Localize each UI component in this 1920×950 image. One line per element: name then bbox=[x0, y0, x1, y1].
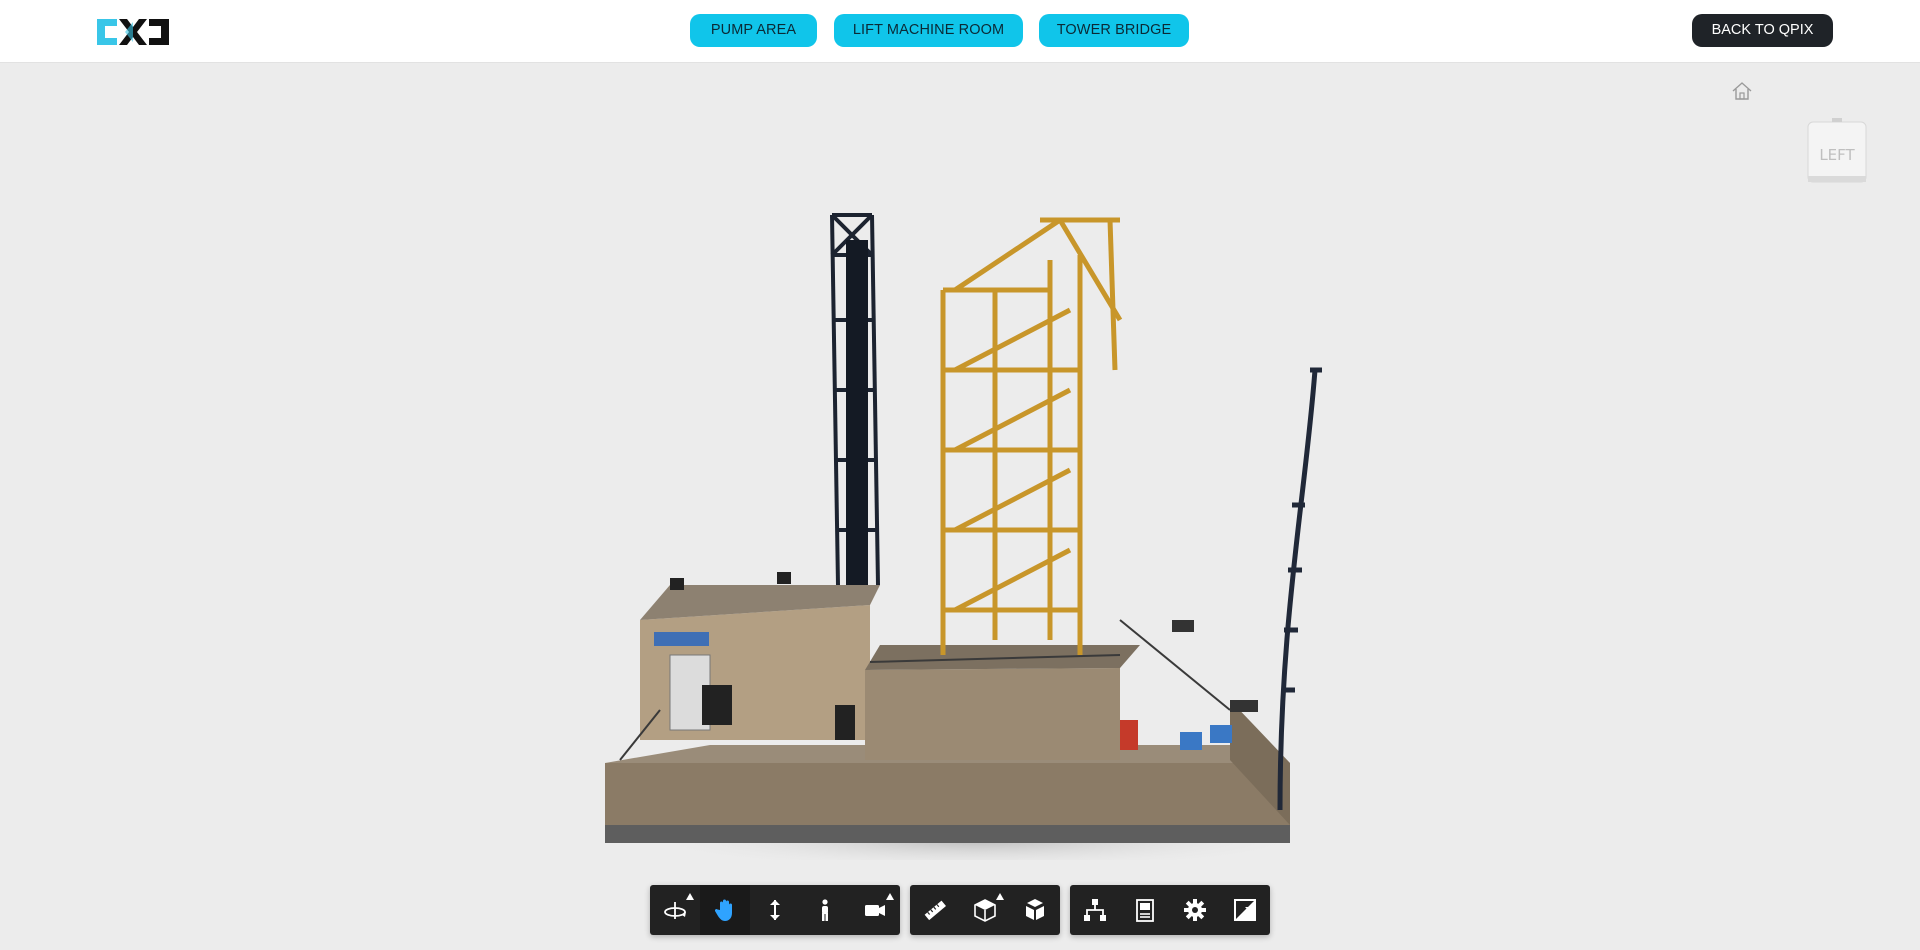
orbit-dropdown-indicator[interactable] bbox=[686, 893, 694, 900]
home-icon[interactable] bbox=[1731, 81, 1753, 101]
right-antenna-mast bbox=[1277, 367, 1322, 811]
measure-icon bbox=[924, 900, 946, 921]
settings-icon bbox=[1184, 899, 1206, 921]
properties-button[interactable] bbox=[1120, 885, 1170, 935]
view-cube[interactable]: LEFT bbox=[1806, 116, 1868, 186]
section-icon bbox=[974, 899, 996, 922]
fullscreen-button[interactable] bbox=[1220, 885, 1270, 935]
nav-lift-machine-room-button[interactable]: LIFT MACHINE ROOM bbox=[834, 14, 1023, 47]
explode-icon bbox=[1026, 899, 1044, 920]
analysis-toolbar bbox=[910, 885, 1060, 935]
model-browser-button[interactable] bbox=[1070, 885, 1120, 935]
pan-tool-button[interactable] bbox=[700, 885, 750, 935]
measure-tool-button[interactable] bbox=[910, 885, 960, 935]
3d-model-viewport[interactable] bbox=[580, 200, 1360, 860]
black-lift-tower bbox=[830, 213, 880, 586]
properties-icon bbox=[1136, 899, 1154, 922]
nav-tower-bridge-button[interactable]: TOWER BRIDGE bbox=[1039, 14, 1189, 47]
section-dropdown-indicator[interactable] bbox=[996, 893, 1004, 900]
fullscreen-icon bbox=[1234, 899, 1256, 921]
orbit-tool-button[interactable] bbox=[650, 885, 700, 935]
first-person-tool-button[interactable] bbox=[800, 885, 850, 935]
camera-icon bbox=[865, 905, 885, 916]
navigation-toolbar bbox=[650, 885, 900, 935]
top-bar: PUMP AREA LIFT MACHINE ROOM TOWER BRIDGE… bbox=[0, 0, 1920, 63]
explode-tool-button[interactable] bbox=[1010, 885, 1060, 935]
settings-toolbar bbox=[1070, 885, 1270, 935]
view-cube-face-label: LEFT bbox=[1819, 146, 1855, 164]
settings-button[interactable] bbox=[1170, 885, 1220, 935]
camera-tool-button[interactable] bbox=[850, 885, 900, 935]
camera-dropdown-indicator[interactable] bbox=[886, 893, 894, 900]
model-browser-icon bbox=[1084, 899, 1106, 921]
yellow-stair-tower bbox=[940, 217, 1123, 655]
orbit-icon bbox=[664, 902, 686, 919]
section-tool-button[interactable] bbox=[960, 885, 1010, 935]
logo-icon[interactable] bbox=[95, 16, 171, 48]
first-person-icon bbox=[822, 899, 828, 921]
middle-wall bbox=[865, 645, 1140, 760]
pan-icon bbox=[714, 899, 732, 921]
zoom-tool-button[interactable] bbox=[750, 885, 800, 935]
nav-pump-area-button[interactable]: PUMP AREA bbox=[690, 14, 817, 47]
zoom-icon bbox=[770, 900, 780, 920]
back-to-qpix-button[interactable]: BACK TO QPIX bbox=[1692, 14, 1833, 47]
